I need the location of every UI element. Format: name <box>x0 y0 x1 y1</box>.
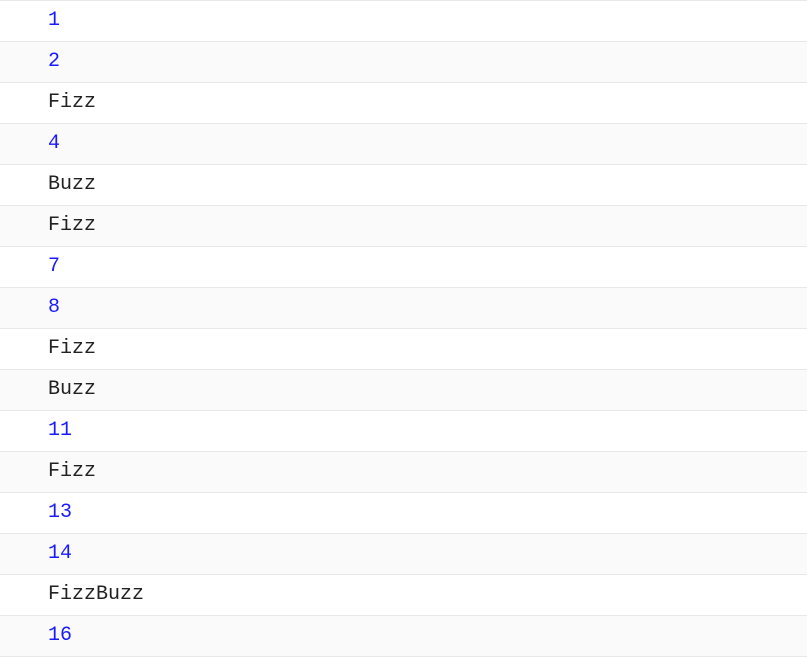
output-value: 14 <box>48 542 72 565</box>
output-value: 8 <box>48 296 60 319</box>
output-value: Fizz <box>48 460 96 483</box>
output-value: Fizz <box>48 91 96 114</box>
output-row: Fizz <box>0 452 807 493</box>
output-value: Fizz <box>48 214 96 237</box>
output-row: 16 <box>0 616 807 657</box>
output-value: 1 <box>48 9 60 32</box>
output-value: FizzBuzz <box>48 583 144 606</box>
output-row: 7 <box>0 247 807 288</box>
output-value: 7 <box>48 255 60 278</box>
output-row: FizzBuzz <box>0 575 807 616</box>
output-value: 2 <box>48 50 60 73</box>
output-value: 4 <box>48 132 60 155</box>
output-value: 16 <box>48 624 72 647</box>
output-row: Fizz <box>0 83 807 124</box>
output-row: 13 <box>0 493 807 534</box>
output-value: Buzz <box>48 378 96 401</box>
output-row: Fizz <box>0 329 807 370</box>
output-row: Buzz <box>0 165 807 206</box>
output-row: Fizz <box>0 206 807 247</box>
output-row: 8 <box>0 288 807 329</box>
output-row: 1 <box>0 0 807 42</box>
output-value: 11 <box>48 419 72 442</box>
output-row: 11 <box>0 411 807 452</box>
output-row: 14 <box>0 534 807 575</box>
output-value: 13 <box>48 501 72 524</box>
output-value: Buzz <box>48 173 96 196</box>
output-row: 2 <box>0 42 807 83</box>
output-row: 4 <box>0 124 807 165</box>
output-list: 1 2 Fizz 4 Buzz Fizz 7 8 Fizz Buzz 11 Fi… <box>0 0 807 657</box>
output-value: Fizz <box>48 337 96 360</box>
output-row: Buzz <box>0 370 807 411</box>
